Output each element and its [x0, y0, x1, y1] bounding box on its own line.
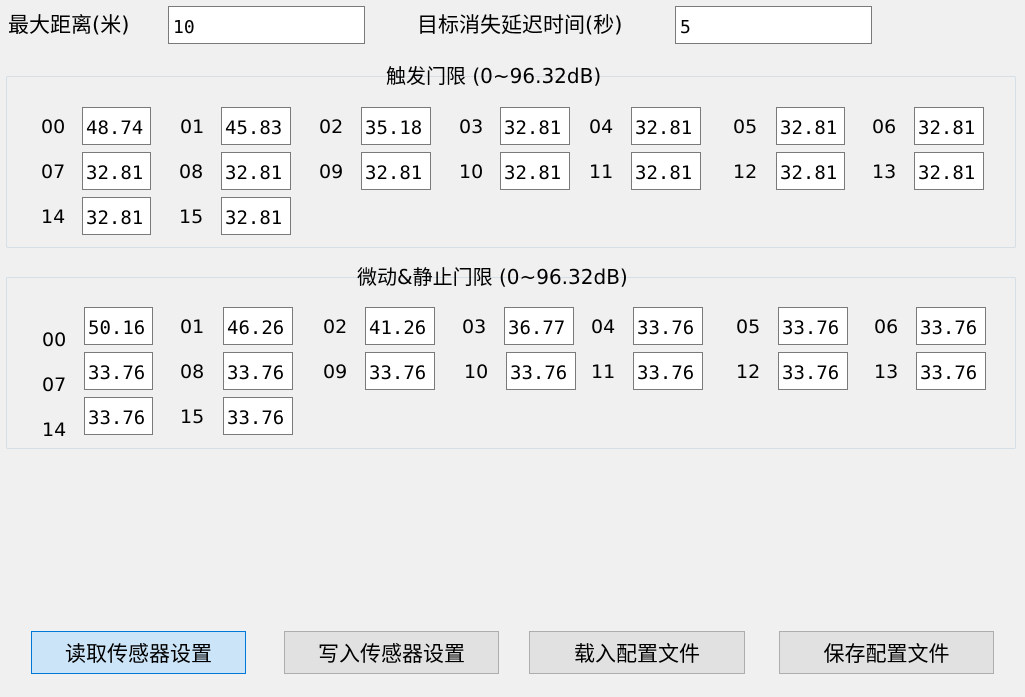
static-gate-label: 12 [736, 361, 761, 383]
static-gate-input[interactable] [916, 307, 986, 345]
static-gate-input[interactable] [365, 352, 435, 390]
static-gate-input[interactable] [84, 307, 153, 345]
max-distance-input[interactable] [168, 6, 365, 44]
static-gate-input[interactable] [916, 352, 986, 390]
static-gate-label: 03 [462, 316, 487, 338]
static-gate-label: 04 [591, 316, 616, 338]
trigger-gate-label: 15 [179, 206, 204, 228]
trigger-gate-label: 12 [733, 161, 758, 183]
trigger-gate-input[interactable] [631, 152, 701, 190]
trigger-gate-input[interactable] [82, 107, 151, 145]
static-gate-label: 05 [736, 316, 761, 338]
static-gate-label: 10 [464, 361, 489, 383]
static-gate-label: 01 [180, 316, 205, 338]
trigger-gate-input[interactable] [221, 152, 291, 190]
static-gate-label: 09 [323, 361, 348, 383]
static-gate-input[interactable] [223, 352, 293, 390]
load-config-file-button[interactable]: 载入配置文件 [529, 631, 745, 674]
trigger-gate-input[interactable] [221, 197, 291, 235]
trigger-gate-label: 11 [589, 161, 614, 183]
static-gate-input[interactable] [778, 352, 848, 390]
trigger-gate-input[interactable] [361, 107, 431, 145]
static-gate-label: 06 [874, 316, 899, 338]
static-gate-input[interactable] [223, 397, 293, 435]
trigger-gate-input[interactable] [82, 152, 151, 190]
trigger-gate-input[interactable] [82, 197, 151, 235]
trigger-gate-label: 13 [872, 161, 897, 183]
delay-label: 目标消失延迟时间(秒) [417, 13, 623, 37]
write-sensor-settings-button[interactable]: 写入传感器设置 [284, 631, 499, 674]
trigger-gate-input[interactable] [914, 107, 984, 145]
trigger-threshold-title: 触发门限 (0~96.32dB) [386, 64, 602, 88]
trigger-gate-label: 01 [180, 116, 205, 138]
static-gate-input[interactable] [778, 307, 848, 345]
static-gate-input[interactable] [84, 397, 153, 435]
static-gate-label: 15 [180, 406, 205, 428]
static-gate-label: 00 [42, 329, 67, 351]
trigger-gate-label: 05 [733, 116, 758, 138]
read-sensor-settings-button[interactable]: 读取传感器设置 [31, 631, 246, 674]
trigger-gate-label: 04 [589, 116, 614, 138]
static-gate-input[interactable] [223, 307, 293, 345]
save-config-file-button[interactable]: 保存配置文件 [779, 631, 994, 674]
delay-input[interactable] [675, 6, 872, 44]
trigger-gate-label: 02 [319, 116, 344, 138]
trigger-gate-input[interactable] [631, 107, 701, 145]
static-gate-input[interactable] [365, 307, 435, 345]
static-gate-label: 13 [874, 361, 899, 383]
trigger-gate-input[interactable] [361, 152, 431, 190]
trigger-gate-label: 07 [41, 161, 66, 183]
trigger-gate-input[interactable] [500, 107, 570, 145]
trigger-gate-input[interactable] [914, 152, 984, 190]
static-gate-input[interactable] [633, 352, 703, 390]
trigger-gate-label: 03 [459, 116, 484, 138]
static-threshold-title: 微动&静止门限 (0~96.32dB) [357, 265, 628, 289]
trigger-gate-label: 14 [41, 206, 66, 228]
trigger-gate-label: 08 [179, 161, 204, 183]
static-gate-label: 08 [180, 361, 205, 383]
static-gate-input[interactable] [633, 307, 703, 345]
trigger-gate-input[interactable] [776, 107, 845, 145]
trigger-gate-input[interactable] [776, 152, 845, 190]
static-gate-label: 14 [42, 419, 67, 441]
static-gate-label: 07 [42, 374, 67, 396]
trigger-gate-label: 06 [872, 116, 897, 138]
trigger-gate-input[interactable] [500, 152, 570, 190]
static-gate-input[interactable] [84, 352, 153, 390]
static-gate-label: 11 [591, 361, 616, 383]
trigger-gate-label: 00 [41, 116, 66, 138]
trigger-gate-input[interactable] [221, 107, 291, 145]
static-gate-input[interactable] [504, 307, 574, 345]
static-gate-label: 02 [323, 316, 348, 338]
trigger-gate-label: 10 [459, 161, 484, 183]
max-distance-label: 最大距离(米) [8, 13, 130, 37]
trigger-gate-label: 09 [319, 161, 344, 183]
static-gate-input[interactable] [506, 352, 576, 390]
